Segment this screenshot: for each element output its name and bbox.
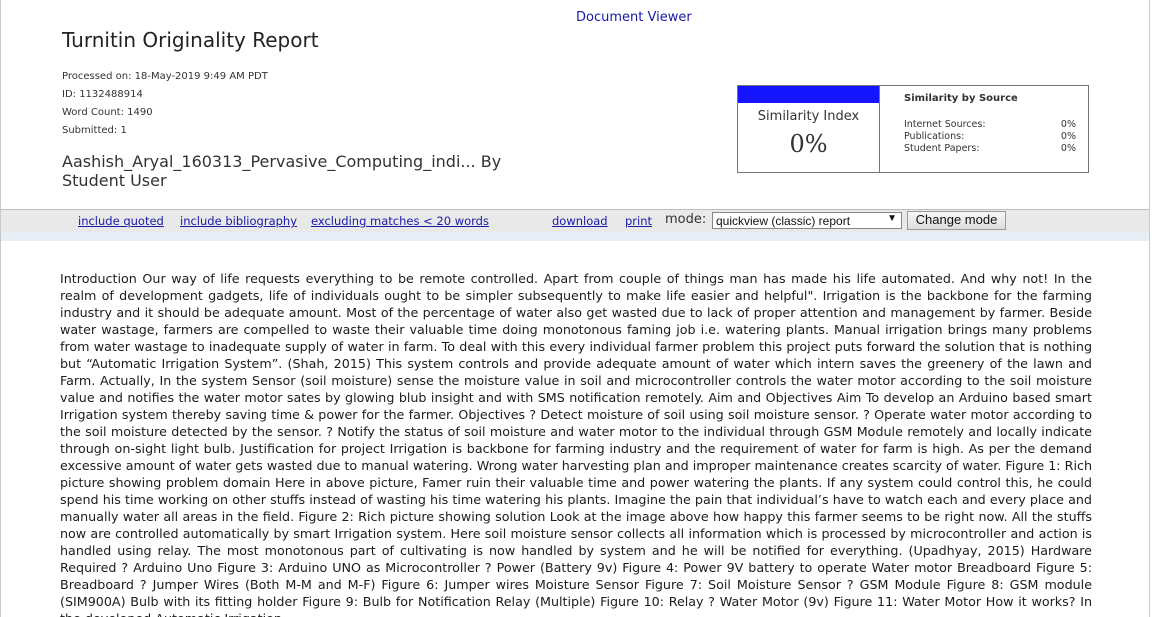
processed-on: Processed on: 18-May-2019 9:49 AM PDT xyxy=(62,71,268,82)
source-label: Publications: xyxy=(904,131,965,142)
submitted-count: Submitted: 1 xyxy=(62,125,127,136)
excluding-matches-link[interactable]: excluding matches < 20 words xyxy=(311,214,489,228)
source-value: 0% xyxy=(1060,143,1076,154)
source-row-internet: Internet Sources: 0% xyxy=(904,119,1076,130)
viewer-title: Document Viewer xyxy=(576,10,692,25)
report-meta: Processed on: 18-May-2019 9:49 AM PDT ID… xyxy=(62,68,268,140)
source-row-student-papers: Student Papers: 0% xyxy=(904,143,1076,154)
similarity-index-label: Similarity Index xyxy=(757,109,860,124)
download-link[interactable]: download xyxy=(552,214,608,228)
source-row-publications: Publications: 0% xyxy=(904,131,1076,142)
source-value: 0% xyxy=(1060,131,1076,142)
change-mode-button[interactable]: Change mode xyxy=(907,211,1006,230)
toolbar-divider-strip xyxy=(1,232,1149,241)
report-toolbar: include quoted include bibliography excl… xyxy=(1,209,1149,233)
mode-select-value: quickview (classic) report xyxy=(716,214,851,228)
source-value: 0% xyxy=(1060,119,1076,130)
print-link[interactable]: print xyxy=(625,214,652,228)
report-id: ID: 1132488914 xyxy=(62,89,143,100)
include-bibliography-link[interactable]: include bibliography xyxy=(180,214,297,228)
dropdown-arrow-icon: ▼ xyxy=(887,213,897,224)
include-quoted-link[interactable]: include quoted xyxy=(78,214,164,228)
document-body-text: Introduction Our way of life requests ev… xyxy=(60,271,1092,617)
document-title: Aashish_Aryal_160313_Pervasive_Computing… xyxy=(62,152,502,190)
similarity-by-source-title: Similarity by Source xyxy=(904,93,1018,104)
mode-select[interactable]: quickview (classic) report ▼ xyxy=(712,212,902,229)
mode-label: mode: xyxy=(665,212,707,227)
source-label: Internet Sources: xyxy=(904,119,986,130)
source-label: Student Papers: xyxy=(904,143,980,154)
similarity-index-value: 0% xyxy=(789,130,828,158)
word-count: Word Count: 1490 xyxy=(62,107,153,118)
similarity-panel: Similarity Index 0% Similarity by Source… xyxy=(737,85,1089,173)
similarity-index-box: Similarity Index 0% xyxy=(738,86,880,172)
report-title: Turnitin Originality Report xyxy=(62,28,319,52)
similarity-bar xyxy=(738,86,879,103)
